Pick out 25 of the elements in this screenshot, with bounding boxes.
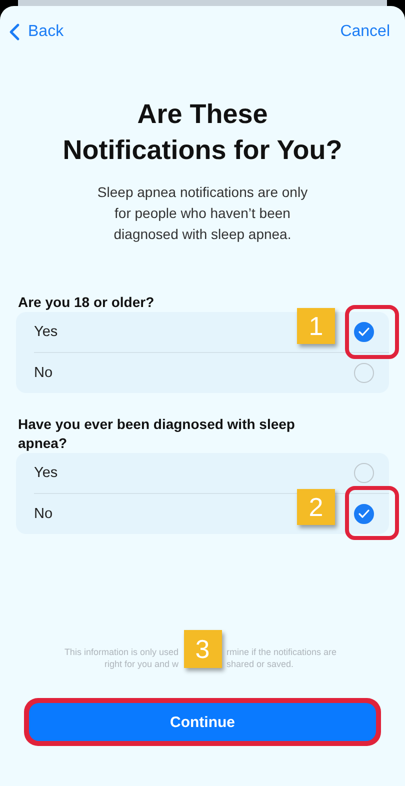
callout-badge: 3 [184,630,222,668]
back-button[interactable]: Back [9,23,64,41]
chevron-left-icon [9,23,20,41]
cancel-button[interactable]: Cancel [340,23,390,41]
callout-badge: 2 [297,489,335,525]
continue-button[interactable]: Continue [29,703,376,741]
footnote-text: rmine if the notifications are [226,646,338,658]
check-icon [358,509,370,519]
option-label[interactable]: No [34,365,53,381]
question-label: Are you 18 or older? [17,293,156,312]
option-label[interactable]: No [34,506,53,522]
page-title: Are These Notifications for You? [62,98,344,167]
question-label: Have you ever been diagnosed with sleep apnea? [17,415,296,453]
radio-button[interactable] [354,504,374,524]
option-label[interactable]: Yes [34,465,58,481]
footnote-text: This information is only used [63,646,178,658]
radio-button[interactable] [354,463,374,483]
radio-button[interactable] [354,363,374,383]
description-text: Sleep apnea notifications are only for people who haven’t been diagnosed with sleep apnea. [96,183,309,244]
option-label[interactable]: Yes [34,324,58,340]
radio-button[interactable] [354,322,374,342]
callout-badge: 1 [297,308,335,344]
footnote-text: shared or saved. [226,658,295,670]
footnote-text: right for you and w [103,658,178,670]
check-icon [358,327,370,337]
